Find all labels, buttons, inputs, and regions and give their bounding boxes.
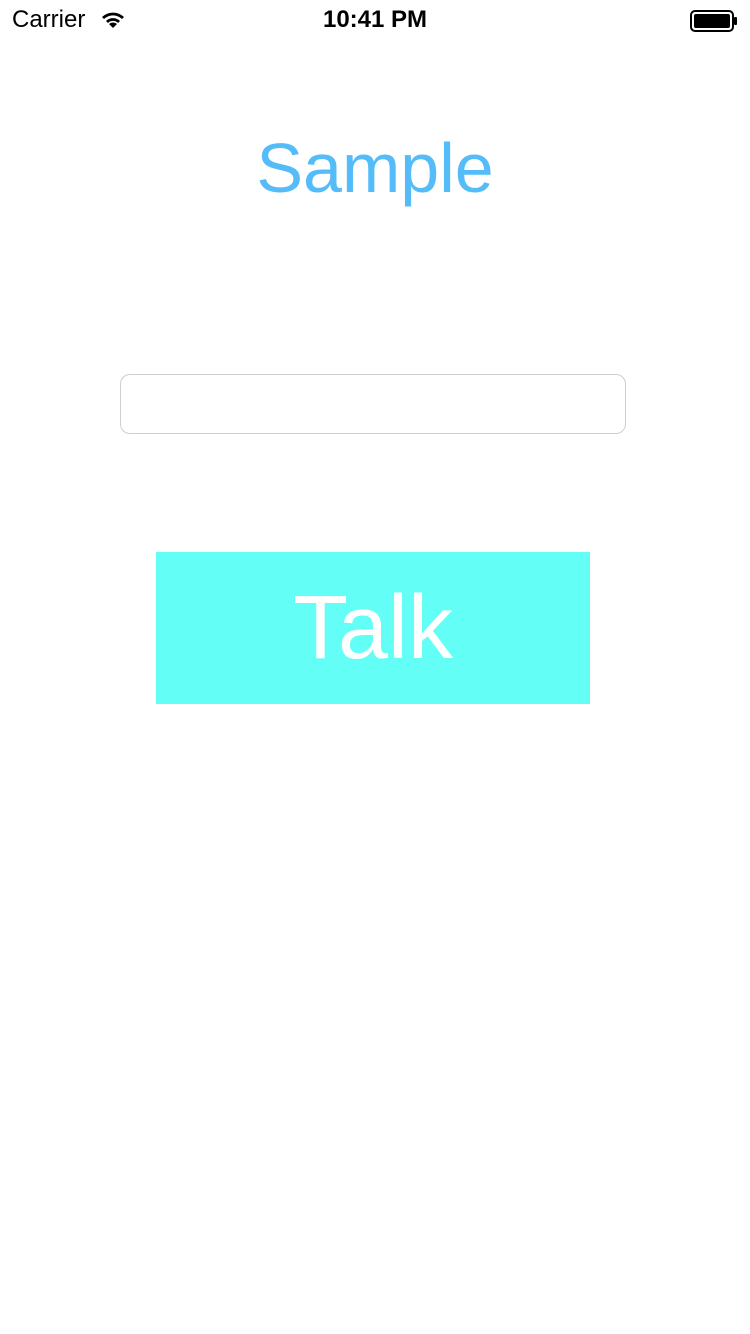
message-input[interactable] (120, 374, 626, 434)
status-time: 10:41 PM (322, 6, 428, 33)
battery-icon (690, 10, 737, 32)
talk-button[interactable]: Talk (156, 552, 590, 704)
app-screen: Carrier 10:41 PM Sample Talk (0, 0, 750, 1334)
talk-button-label: Talk (292, 578, 454, 678)
status-bar: Carrier 10:41 PM (0, 0, 750, 40)
page-title: Sample (256, 129, 494, 207)
